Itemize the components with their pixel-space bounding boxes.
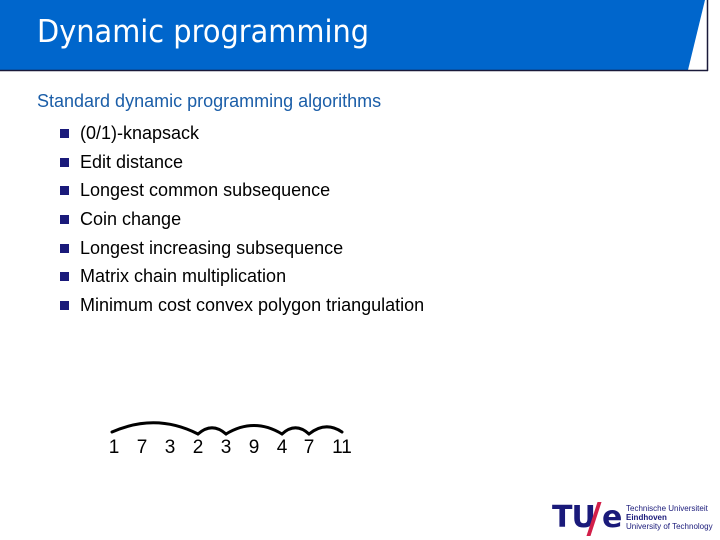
square-bullet-icon	[60, 157, 69, 167]
logo-e: e	[602, 500, 623, 535]
list-item: Longest common subsequence	[60, 176, 424, 205]
list-item: Edit distance	[60, 148, 424, 177]
sequence-number: 3	[221, 437, 232, 458]
increasing-subsequence-diagram: 1 7 3 2 3 9 4 7 11	[100, 412, 380, 467]
sequence-number: 9	[249, 437, 260, 458]
list-item-text: Minimum cost convex polygon triangulatio…	[80, 294, 425, 315]
square-bullet-icon	[60, 272, 69, 282]
list-item: Coin change	[60, 205, 424, 234]
slide-title: Dynamic programming	[37, 14, 370, 50]
subsequence-arc	[196, 426, 228, 436]
list-item-text: Matrix chain multiplication	[80, 266, 287, 287]
square-bullet-icon	[60, 128, 69, 138]
sequence-number: 4	[277, 437, 288, 458]
sequence-svg: 1 7 3 2 3 9 4 7 11	[109, 421, 352, 458]
list-item-text: (0/1)-knapsack	[80, 122, 200, 143]
logo-line-2: Eindhoven	[626, 513, 667, 522]
logo-line-3: University of Technology	[626, 522, 713, 531]
list-item-text: Longest increasing subsequence	[80, 237, 344, 258]
square-bullet-icon	[60, 243, 69, 253]
subsequence-arc	[307, 425, 344, 436]
algorithm-list: (0/1)-knapsack Edit distance Longest com…	[60, 119, 424, 320]
sequence-number: 1	[109, 437, 120, 458]
list-item-text: Coin change	[80, 208, 182, 229]
subsequence-arc	[224, 424, 284, 436]
list-item: Matrix chain multiplication	[60, 262, 424, 291]
logo-text: Technische Universiteit Eindhoven Univer…	[626, 504, 713, 531]
square-bullet-icon	[60, 214, 69, 224]
list-item: Longest increasing subsequence	[60, 234, 424, 263]
tue-logo: TU e Technische Universiteit Eindhoven U…	[552, 500, 720, 536]
square-bullet-icon	[60, 186, 69, 196]
subsequence-arc	[110, 421, 200, 436]
sequence-number: 3	[165, 437, 176, 458]
sequence-number: 7	[304, 437, 315, 458]
sequence-number: 7	[137, 437, 148, 458]
list-item-text: Edit distance	[80, 151, 184, 172]
slide-subtitle: Standard dynamic programming algorithms	[37, 91, 382, 111]
sequence-number: 11	[332, 437, 352, 458]
subsequence-arc	[280, 426, 311, 436]
list-item-text: Longest common subsequence	[80, 180, 331, 201]
list-item: (0/1)-knapsack	[60, 119, 424, 148]
list-item: Minimum cost convex polygon triangulatio…	[60, 291, 424, 320]
sequence-number: 2	[193, 437, 204, 458]
logo-line-1: Technische Universiteit	[626, 504, 708, 513]
square-bullet-icon	[60, 300, 69, 310]
slide-header: Dynamic programming	[0, 0, 720, 72]
